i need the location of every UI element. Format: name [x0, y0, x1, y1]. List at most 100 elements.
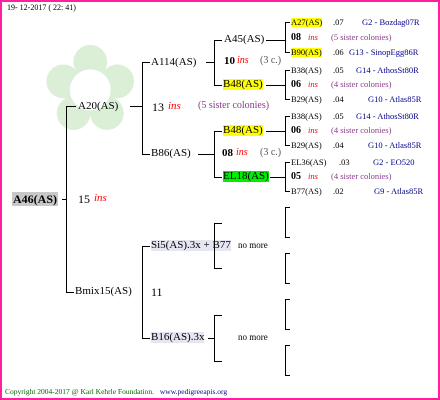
root-node-label[interactable]: A46(AS): [12, 192, 58, 206]
b48a-connector: [266, 85, 286, 86]
a45-bottom-arm: [285, 52, 290, 53]
gen4-value: .05: [333, 65, 344, 75]
node-b48-a[interactable]: B48(AS): [223, 79, 263, 90]
empty-bracket-3: [285, 299, 286, 329]
a20-connector: [130, 106, 143, 107]
b16-no-more: no more: [238, 332, 268, 342]
el18-bottom-arm: [285, 191, 290, 192]
empty-bracket-4-top: [285, 345, 290, 346]
a20-num: 13: [152, 100, 164, 114]
bracket-bottom-arm: [66, 292, 74, 293]
empty-bracket-4-bottom: [285, 375, 290, 376]
a45-bracket: [285, 22, 286, 52]
empty-bracket-1-top: [285, 207, 290, 208]
root-connector: [62, 199, 67, 200]
gen4-ins: ins: [308, 79, 318, 89]
gen4-value: .02: [333, 186, 344, 196]
bmix15-bottom-arm: [142, 338, 150, 339]
gen4-value: .07: [333, 17, 344, 27]
gen4-value: .05: [333, 111, 344, 121]
b48b-bottom-arm: [285, 145, 290, 146]
gen4-label[interactable]: B29(AS): [291, 95, 322, 104]
gen4-num: 06: [291, 125, 301, 136]
node-b16[interactable]: B16(AS).3x: [151, 332, 205, 343]
a114-top-arm: [214, 40, 222, 41]
node-a45[interactable]: A45(AS): [224, 34, 264, 45]
node-si5[interactable]: Si5(AS).3x + B77: [151, 240, 231, 251]
gen4-label[interactable]: B38(AS): [291, 112, 322, 121]
gen4-origin: G10 - Atlas85R: [368, 140, 422, 150]
gen4-num: 05: [291, 171, 301, 182]
gen4-num: 08: [291, 32, 301, 43]
b16-top-arm: [214, 315, 222, 316]
copyright-url[interactable]: www.pedigreeapis.org: [160, 387, 227, 396]
b48b-connector: [266, 131, 286, 132]
a114-bottom-arm: [214, 85, 222, 86]
node-a20[interactable]: A20(AS): [78, 101, 118, 112]
b16-bottom-arm: [214, 361, 222, 362]
root-node-num: 15: [78, 192, 90, 206]
gen4-origin: G2 - EO520: [373, 157, 415, 167]
bmix15-bracket: [142, 246, 143, 338]
root-node-ins: ins: [94, 192, 107, 204]
a20-sisters: (5 sister colonies): [198, 100, 270, 111]
gen4-origin: G9 - Atlas85R: [374, 186, 424, 196]
a45-num: 10: [224, 55, 235, 67]
a45-top-arm: [285, 22, 290, 23]
gen4-ins: ins: [308, 171, 318, 181]
gen4-sisters: (4 sister colonies): [331, 125, 392, 135]
gen4-ins: ins: [308, 32, 318, 42]
el18-top-arm: [285, 162, 290, 163]
si5-top-arm: [214, 223, 222, 224]
empty-bracket-1-bottom: [285, 237, 290, 238]
copyright-footer: Copyright 2004-2017 @ Karl Kehrle Founda…: [5, 388, 227, 396]
a20-bottom-arm: [142, 154, 150, 155]
b16-connector: [208, 338, 215, 339]
b86-connector: [198, 154, 215, 155]
a45-sisters: (3 c.): [260, 55, 282, 66]
gen4-value: .04: [333, 140, 344, 150]
a45-ins: ins: [237, 55, 249, 66]
gen4-label[interactable]: A27(AS): [291, 18, 323, 27]
a20-ins: ins: [168, 100, 181, 112]
si5-no-more: no more: [238, 240, 268, 250]
node-b48-b[interactable]: B48(AS): [223, 125, 263, 136]
empty-bracket-3-top: [285, 299, 290, 300]
b86-bottom-arm: [214, 177, 222, 178]
gen4-value: .03: [339, 157, 350, 167]
b48b-top-arm: [285, 116, 290, 117]
gen4-label[interactable]: B29(AS): [291, 141, 322, 150]
node-b86[interactable]: B86(AS): [151, 148, 191, 159]
gen4-value: .04: [333, 94, 344, 104]
b48b-num: 08: [222, 147, 233, 159]
gen4-label[interactable]: B77(AS): [291, 187, 322, 196]
gen4-ins: ins: [308, 125, 318, 135]
gen4-label[interactable]: EL36(AS): [291, 158, 326, 167]
copyright-text: Copyright 2004-2017 @ Karl Kehrle Founda…: [5, 387, 154, 396]
empty-bracket-1: [285, 207, 286, 237]
empty-bracket-3-bottom: [285, 329, 290, 330]
gen4-origin: G13 - SinopEgg86R: [349, 47, 419, 57]
a45-connector: [266, 40, 286, 41]
empty-bracket-2-top: [285, 253, 290, 254]
node-bmix15[interactable]: Bmix15(AS): [75, 286, 132, 297]
a114-connector: [206, 62, 215, 63]
gen4-origin: G2 - Bozdag07R: [362, 17, 420, 27]
gen4-label[interactable]: B90(AS): [291, 48, 322, 57]
b48a-bottom-arm: [285, 99, 290, 100]
b48a-top-arm: [285, 70, 290, 71]
gen4-sisters: (4 sister colonies): [331, 171, 392, 181]
a20-bracket: [142, 62, 143, 154]
gen4-origin: G10 - Atlas85R: [368, 94, 422, 104]
b48b-sisters: (3 c.): [260, 147, 282, 158]
watermark: ✿: [40, 23, 141, 156]
el18-connector: [270, 177, 286, 178]
b86-top-arm: [214, 131, 222, 132]
node-el18[interactable]: EL18(AS): [223, 171, 269, 182]
gen4-origin: G14 - AthosSt80R: [356, 65, 419, 75]
gen4-origin: G14 - AthosSt80R: [356, 111, 419, 121]
node-a114[interactable]: A114(AS): [151, 57, 196, 68]
bracket-top-arm: [66, 106, 76, 107]
gen4-label[interactable]: B38(AS): [291, 66, 322, 75]
gen4-sisters: (5 sister colonies): [331, 32, 392, 42]
